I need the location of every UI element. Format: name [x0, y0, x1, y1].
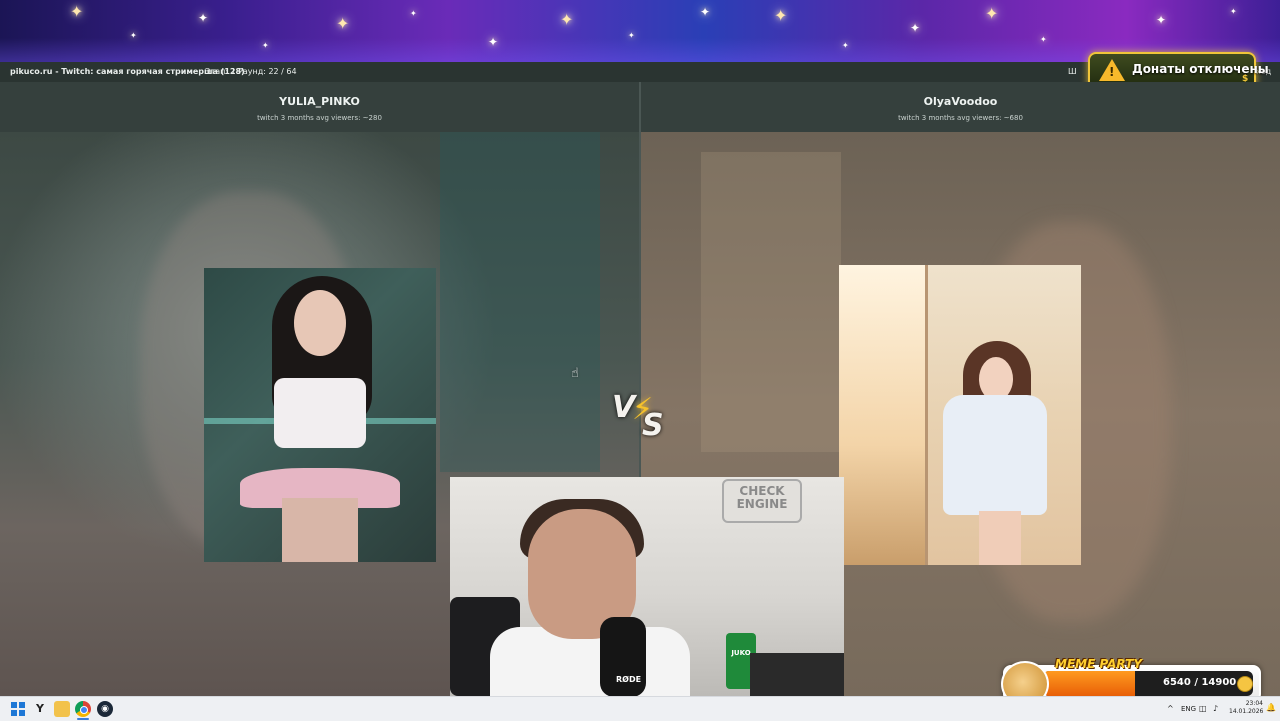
topbar-right-link[interactable]: Ш — [1068, 62, 1077, 82]
round-counter: Раунд: 22 / 64 — [238, 67, 297, 76]
blurred-window — [701, 152, 841, 452]
star-icon: ✦ — [262, 41, 269, 50]
blurred-wall — [440, 132, 600, 472]
star-icon: ✦ — [700, 5, 711, 19]
star-icon: ✦ — [1230, 7, 1237, 16]
vs-letter-s: S — [642, 408, 664, 443]
star-icon: ✦ — [1156, 13, 1167, 27]
hand-cursor-icon: ☝ — [571, 366, 579, 381]
right-contestant-name: OlyaVoodoo — [923, 95, 998, 108]
system-clock[interactable]: 23:04 14.01.2026 — [1229, 700, 1263, 716]
photo-legs — [282, 498, 358, 562]
star-icon: ✦ — [488, 35, 499, 49]
left-contestant-photo[interactable] — [204, 268, 436, 562]
steam-icon[interactable]: ◉ — [97, 701, 113, 717]
stage-label: Этап: 1 — [205, 67, 236, 76]
star-icon: ✦ — [70, 2, 84, 21]
clock-date: 14.01.2026 — [1229, 708, 1264, 715]
streamer-webcam: CHECK ENGINE RØDE JUKO — [450, 477, 844, 696]
meme-progress-fill — [1043, 671, 1135, 696]
star-icon: ✦ — [985, 4, 999, 23]
right-contestant-stats: twitch 3 months avg viewers: ~680 — [898, 114, 1023, 122]
star-icon: ✦ — [1040, 35, 1047, 44]
photo-window-light — [839, 265, 925, 565]
left-contestant-header[interactable]: YULIA_PINKO twitch 3 months avg viewers:… — [0, 82, 639, 132]
left-contestant-name: YULIA_PINKO — [279, 95, 360, 108]
photo-face — [294, 290, 346, 356]
desk-items — [750, 653, 844, 696]
check-engine-sign: CHECK ENGINE — [722, 479, 802, 523]
photo-window-frame — [925, 265, 928, 565]
windows-taskbar: Y ◉ ^ ENG ◫ ♪ 23:04 14.01.2026 🔔 — [0, 696, 1280, 721]
file-explorer-icon[interactable] — [54, 701, 70, 717]
meme-party-title: MEME PARTY — [1055, 657, 1143, 671]
notifications-icon[interactable]: 🔔 — [1266, 703, 1276, 712]
starry-banner: ✦ ✦ ✦ ✦ ✦ ✦ ✦ ✦ ✦ ✦ ✦ ✦ ✦ ✦ ✦ ✦ ✦ — [0, 0, 1280, 62]
star-icon: ✦ — [910, 21, 921, 35]
star-icon: ✦ — [842, 41, 849, 50]
star-icon: ✦ — [410, 9, 417, 18]
star-icon: ✦ — [336, 14, 350, 33]
clock-time: 23:04 — [1245, 700, 1263, 707]
microphone-icon — [600, 617, 646, 696]
star-icon: ✦ — [560, 10, 574, 29]
star-icon: ✦ — [130, 31, 137, 40]
windows-start-icon[interactable] — [10, 701, 26, 717]
mic-brand: RØDE — [616, 675, 642, 684]
volume-icon[interactable]: ♪ — [1213, 697, 1218, 721]
warning-mark: ! — [1109, 65, 1115, 79]
star-icon: ✦ — [628, 31, 635, 40]
coin-icon — [1237, 676, 1253, 692]
right-contestant-header[interactable]: OlyaVoodoo twitch 3 months avg viewers: … — [641, 82, 1280, 132]
meme-progress-count: 6540 / 14900 — [1163, 677, 1237, 688]
right-contestant-photo[interactable] — [839, 265, 1081, 565]
star-icon: ✦ — [198, 11, 209, 25]
left-contestant-stats: twitch 3 months avg viewers: ~280 — [257, 114, 382, 122]
photo-shirt — [943, 395, 1047, 515]
language-indicator[interactable]: ENG — [1181, 697, 1196, 721]
network-icon[interactable]: ◫ — [1199, 697, 1207, 721]
photo-legs — [979, 511, 1021, 565]
yandex-browser-icon[interactable]: Y — [32, 701, 48, 717]
versus-logo: V ⚡ S — [612, 390, 668, 443]
photo-top — [274, 378, 366, 448]
tray-overflow-icon[interactable]: ^ — [1167, 697, 1174, 721]
star-icon: ✦ — [774, 6, 788, 25]
chrome-icon[interactable] — [75, 701, 91, 717]
